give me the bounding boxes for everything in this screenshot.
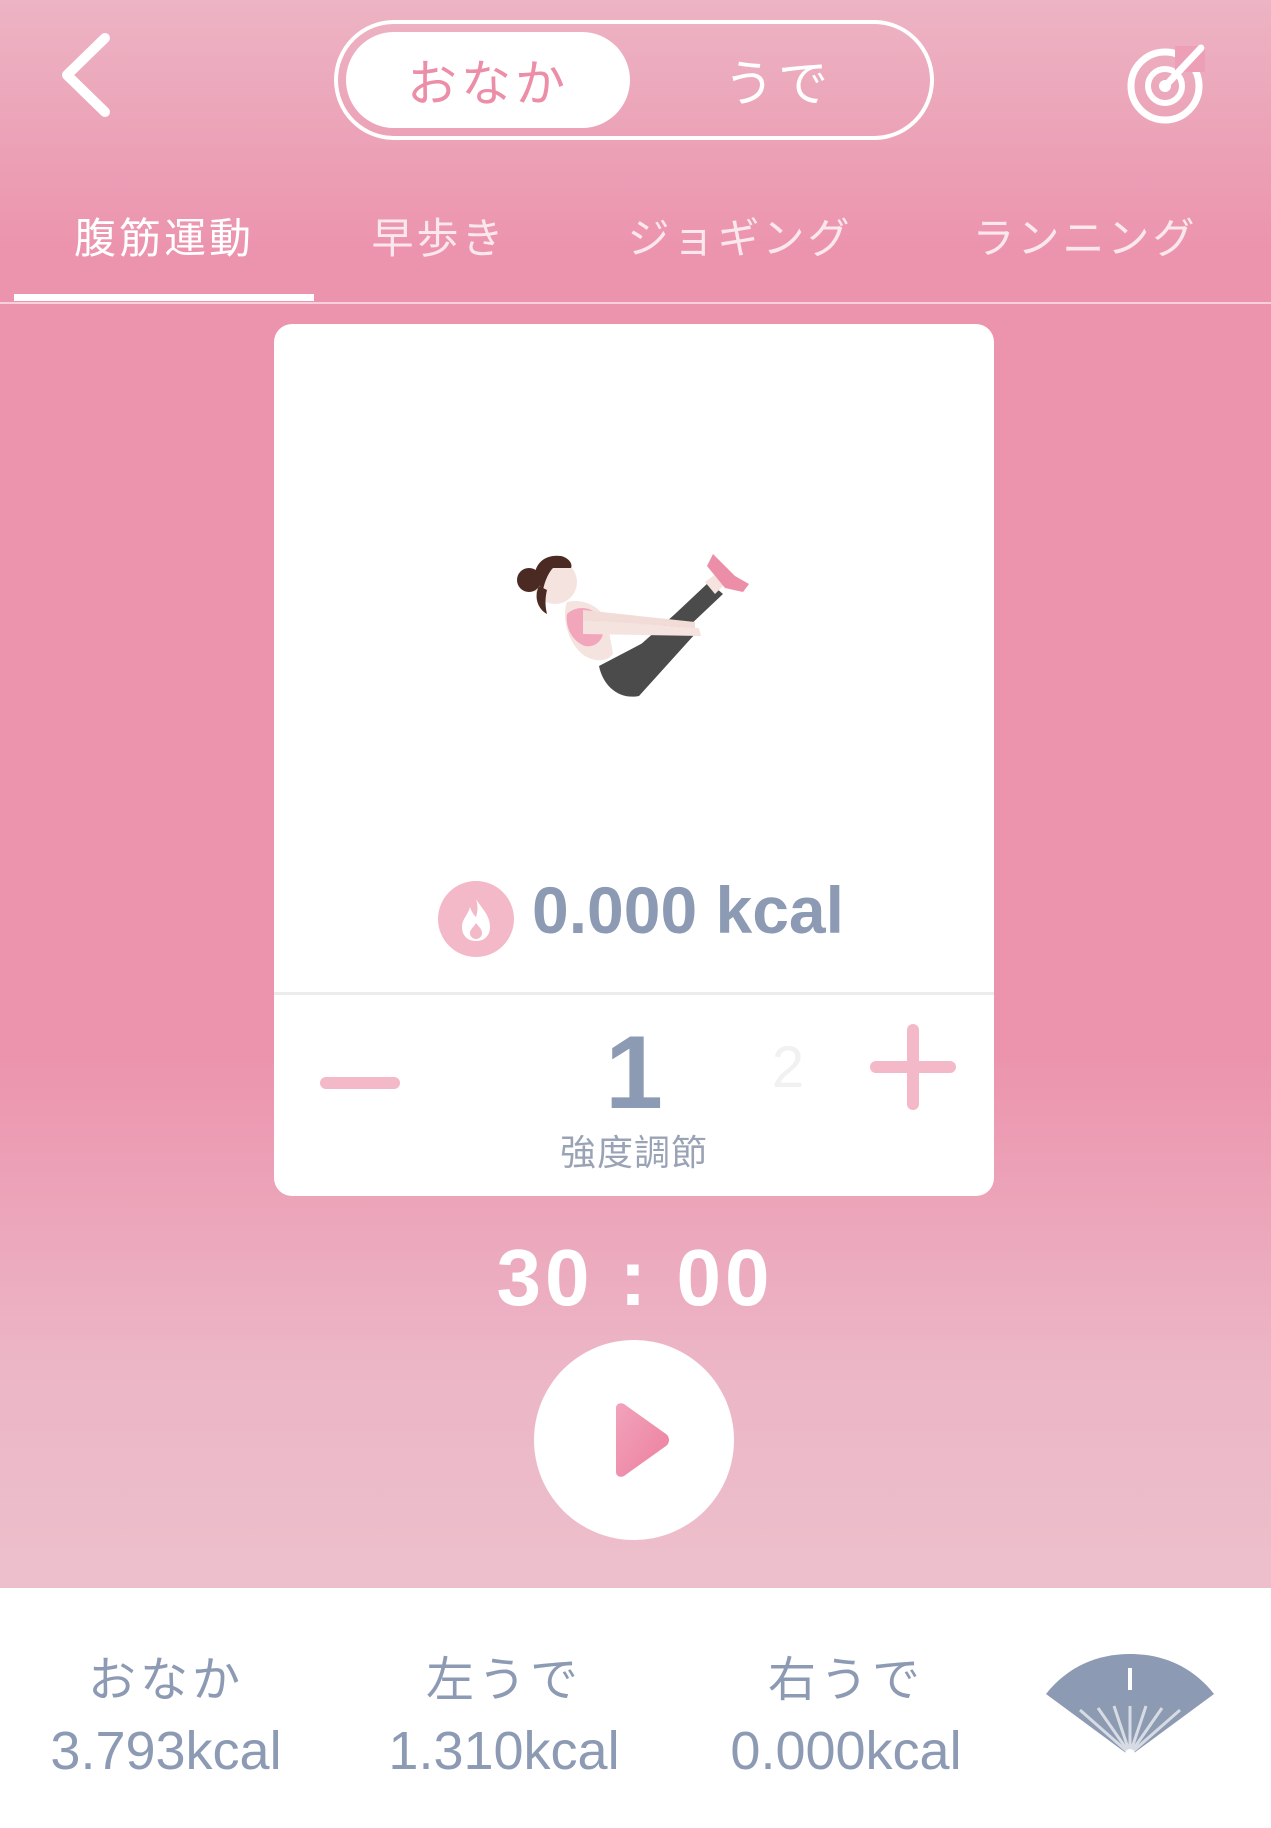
segment-ude[interactable]: うで (638, 32, 918, 128)
workout-timer: 30 : 00 (496, 1233, 774, 1322)
tab-abs-exercise[interactable]: 腹筋運動 (14, 200, 314, 270)
tab-jogging[interactable]: ジョギング (590, 200, 890, 270)
play-button[interactable] (534, 1340, 734, 1540)
chevron-left-icon (62, 33, 110, 117)
settings-button[interactable] (1125, 42, 1209, 126)
exercise-card: 0.000 kcal 1 2 強度調節 (274, 324, 994, 1196)
play-icon (616, 1403, 669, 1477)
summary-right-arm-value: 0.000kcal (730, 1721, 962, 1781)
summary-onaka-label: おなか (87, 1652, 244, 1708)
intensity-level-next[interactable]: 2 (768, 1034, 808, 1101)
tab-running[interactable]: ランニング (935, 200, 1235, 270)
flame-icon (438, 881, 514, 957)
intensity-level-current[interactable]: 1 (574, 1014, 694, 1133)
active-tab-indicator (14, 294, 314, 301)
abs-exercise-illustration (517, 554, 749, 697)
increase-intensity-button[interactable] (868, 1022, 958, 1112)
back-button[interactable] (55, 30, 125, 120)
minus-icon (320, 1077, 400, 1089)
calorie-value: 0.000 kcal (532, 873, 844, 947)
summary-left-arm-value: 1.310kcal (388, 1721, 620, 1781)
summary-right-arm: 右うで 0.000kcal (686, 1640, 1006, 1782)
decrease-intensity-button[interactable] (320, 1048, 400, 1118)
summary-left-arm: 左うで 1.310kcal (344, 1640, 664, 1782)
intensity-label: 強度調節 (559, 1133, 708, 1174)
tab-brisk-walk[interactable]: 早歩き (314, 200, 564, 270)
summary-onaka: おなか 3.793kcal (6, 1640, 326, 1782)
summary-left-arm-label: 左うで (425, 1652, 582, 1708)
segment-onaka[interactable]: おなか (346, 32, 630, 128)
card-divider (274, 992, 994, 995)
fan-icon[interactable] (1042, 1648, 1218, 1764)
plus-icon (870, 1024, 956, 1110)
disc-edit-icon (1127, 44, 1205, 124)
calorie-display: 0.000 kcal (274, 864, 994, 964)
tab-bar-divider (0, 302, 1271, 304)
body-part-segmented-control: おなか うで (334, 20, 934, 140)
summary-right-arm-label: 右うで (767, 1652, 924, 1708)
summary-onaka-value: 3.793kcal (50, 1721, 282, 1781)
